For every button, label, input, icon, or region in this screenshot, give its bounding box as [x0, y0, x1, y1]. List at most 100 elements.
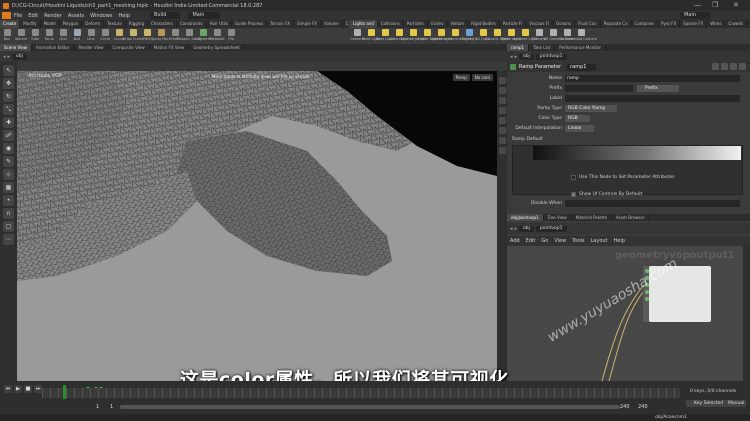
- shelf-tool-right-1[interactable]: Point Light: [362, 28, 380, 44]
- background-icon[interactable]: [498, 147, 506, 154]
- gear-icon[interactable]: [712, 63, 719, 70]
- minimize-icon[interactable]: —: [694, 1, 701, 10]
- shelf-tab-left-9[interactable]: Hair Utils: [207, 20, 232, 28]
- network-menu-edit[interactable]: Edit: [526, 238, 536, 244]
- scale-tool-icon[interactable]: ⤡: [3, 104, 14, 115]
- network-menu-help[interactable]: Help: [614, 238, 625, 244]
- pose-tool-icon[interactable]: ☍: [3, 130, 14, 141]
- point-snap-icon[interactable]: •: [3, 195, 14, 206]
- shelf-tab-left-6[interactable]: Rigging: [126, 20, 148, 28]
- disable-when-field[interactable]: [565, 200, 740, 207]
- ramp-gradient[interactable]: [533, 146, 741, 160]
- shelf-tool-right-5[interactable]: Volume Light: [416, 28, 438, 44]
- normals-icon[interactable]: [498, 137, 506, 144]
- default-interp-select[interactable]: Linear: [565, 125, 594, 132]
- handle-tool-icon[interactable]: ✚: [3, 117, 14, 128]
- move-tool-icon[interactable]: ✥: [3, 78, 14, 89]
- shelf-tool-left-9[interactable]: Draw Curve: [123, 28, 143, 44]
- manual-update-button[interactable]: Manual: [726, 400, 747, 407]
- menu-render[interactable]: Render: [44, 13, 62, 19]
- close-icon[interactable]: ✕: [733, 1, 739, 10]
- range-start-a[interactable]: 1: [96, 404, 99, 410]
- shelf-tool-right-8[interactable]: Sky Light: [461, 28, 477, 44]
- right-top-tab-1[interactable]: Take List: [529, 44, 556, 51]
- use-node-checkbox[interactable]: [571, 175, 576, 180]
- lighting-icon[interactable]: [498, 107, 506, 114]
- range-end-a[interactable]: 240: [620, 404, 630, 410]
- play-icon[interactable]: ▶: [14, 385, 22, 393]
- network-menu-go[interactable]: Go: [541, 238, 548, 244]
- shelf-tool-right-14[interactable]: VR Camera: [543, 28, 563, 44]
- help-icon[interactable]: [721, 63, 728, 70]
- shelf-tab-right-0[interactable]: Lights and: [350, 20, 378, 28]
- right-bottom-tab-1[interactable]: Tree View: [544, 214, 572, 221]
- shelf-tool-left-5[interactable]: Null: [70, 28, 84, 44]
- shelf-tab-right-14[interactable]: Wires: [707, 20, 726, 28]
- range-start-b[interactable]: 1: [110, 404, 113, 410]
- right-top-tab-0[interactable]: ramp1: [507, 44, 530, 51]
- menu-edit[interactable]: Edit: [28, 13, 38, 19]
- shelf-tool-left-16[interactable]: File: [224, 28, 238, 44]
- shelf-tool-left-0[interactable]: Box: [0, 28, 14, 44]
- shelf-tool-left-2[interactable]: Tube: [28, 28, 42, 44]
- left-pane-tab-2[interactable]: Render View: [74, 44, 109, 51]
- shelf-tab-right-10[interactable]: Populate Co: [601, 20, 632, 28]
- shelf-tool-right-9[interactable]: GI Light: [476, 28, 490, 44]
- right-bottom-tab-0[interactable]: obj/pointvop1: [507, 214, 544, 221]
- name-field[interactable]: ramp: [565, 75, 740, 82]
- maximize-icon[interactable]: ❐: [712, 1, 718, 10]
- back-arrow-icon[interactable]: ◂: [510, 226, 513, 232]
- shelf-tool-left-8[interactable]: Curve: [112, 28, 126, 44]
- shelf-tool-left-1[interactable]: Sphere: [14, 28, 28, 44]
- network-menu-layout[interactable]: Layout: [591, 238, 608, 244]
- timeline-cursor[interactable]: [63, 385, 66, 399]
- shelf-tool-left-3[interactable]: Torus: [42, 28, 56, 44]
- cam-menu[interactable]: No cam: [471, 74, 493, 81]
- shelf-tool-left-12[interactable]: Font: [168, 28, 182, 44]
- display-options-icon[interactable]: [498, 77, 506, 84]
- shelf-tool-left-15[interactable]: Metaball: [210, 28, 225, 44]
- network-canvas[interactable]: geometryvopoutput1: [507, 246, 743, 381]
- right-bottom-tab-3[interactable]: Asset Browser: [612, 214, 650, 221]
- shelf-tool-right-6[interactable]: Distant Light: [430, 28, 452, 44]
- context-select[interactable]: Main: [188, 12, 221, 19]
- shelf-tool-left-11[interactable]: Spray Paint: [151, 28, 171, 44]
- shelf-tool-left-13[interactable]: Platonic Solids: [176, 28, 202, 44]
- snap-tool-icon[interactable]: ⊹: [3, 169, 14, 180]
- forward-arrow-icon[interactable]: ▸: [515, 54, 518, 60]
- path-context[interactable]: obj: [519, 53, 534, 60]
- shelf-tool-right-2[interactable]: Spot Light: [376, 28, 394, 44]
- shading-icon[interactable]: [498, 87, 506, 94]
- render-region-icon[interactable]: ▢: [3, 221, 14, 232]
- prefix-button[interactable]: Prefix: [637, 85, 679, 92]
- shelf-tool-right-10[interactable]: Caustic Light: [486, 28, 508, 44]
- shelf-tool-left-10[interactable]: Path: [140, 28, 154, 44]
- shelf-tab-left-2[interactable]: Model: [41, 20, 60, 28]
- back-arrow-icon[interactable]: ◂: [510, 54, 513, 60]
- shelf-tab-right-11[interactable]: Container: [632, 20, 659, 28]
- shelf-tab-right-2[interactable]: Particles: [404, 20, 428, 28]
- wireframe-icon[interactable]: [498, 97, 506, 104]
- visualizer-icon[interactable]: [498, 117, 506, 124]
- shelf-tool-right-13[interactable]: Camera: [532, 28, 546, 44]
- scene-viewport[interactable]: Attribute VOP Move mode in Attribute Vie…: [17, 71, 497, 381]
- path-context[interactable]: obj: [12, 53, 27, 60]
- stop-icon[interactable]: ■: [24, 385, 32, 393]
- shelf-tab-right-1[interactable]: Collisions: [378, 20, 404, 28]
- shelf-tab-right-6[interactable]: Particle Fl: [500, 20, 527, 28]
- shelf-tool-right-12[interactable]: Ambient Light: [513, 28, 537, 44]
- shelf-tool-right-4[interactable]: Geometry Light: [399, 28, 427, 44]
- path-context[interactable]: obj: [519, 225, 534, 232]
- menu-help[interactable]: Help: [118, 13, 129, 19]
- right-top-tab-2[interactable]: Performance Monitor: [555, 44, 607, 51]
- shelf-tab-right-5[interactable]: Rigid Bodies: [468, 20, 500, 28]
- menu-assets[interactable]: Assets: [68, 13, 84, 19]
- menu-file[interactable]: File: [14, 13, 22, 19]
- shelf-tool-right-16[interactable]: Gamepad Camera: [565, 28, 597, 44]
- shelf-tab-right-13[interactable]: Sparse FX: [680, 20, 708, 28]
- info-icon[interactable]: [730, 63, 737, 70]
- tool-options-icon[interactable]: ⋯: [3, 234, 14, 245]
- forward-arrow-icon[interactable]: ▸: [515, 226, 518, 232]
- network-menu-view[interactable]: View: [554, 238, 566, 244]
- shelf-tool-left-4[interactable]: Grid: [56, 28, 70, 44]
